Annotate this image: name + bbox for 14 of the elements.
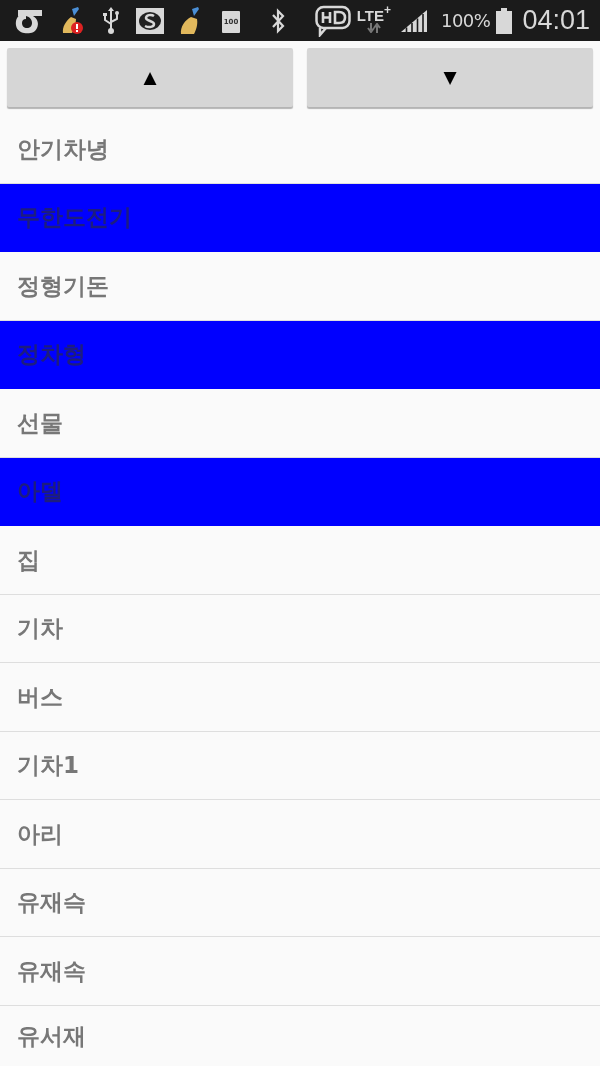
signal-icon: [400, 9, 427, 32]
move-up-button[interactable]: ▲: [7, 48, 293, 107]
network-type-label: LTE$^{+}$: [356, 8, 391, 23]
battery-percent: 100%: [440, 11, 491, 30]
move-down-button[interactable]: ▼: [307, 48, 593, 107]
broom-icon: [178, 6, 202, 35]
battery-icon: [496, 7, 513, 34]
clock-time: 04:01: [522, 7, 590, 34]
data-arrows-icon: [366, 23, 381, 33]
hd-voice-icon: [314, 4, 351, 37]
bluetooth-icon: [270, 7, 286, 34]
s-app-icon: [136, 7, 164, 34]
carrier-logo-icon: [14, 7, 44, 34]
usb-icon: [102, 6, 120, 35]
